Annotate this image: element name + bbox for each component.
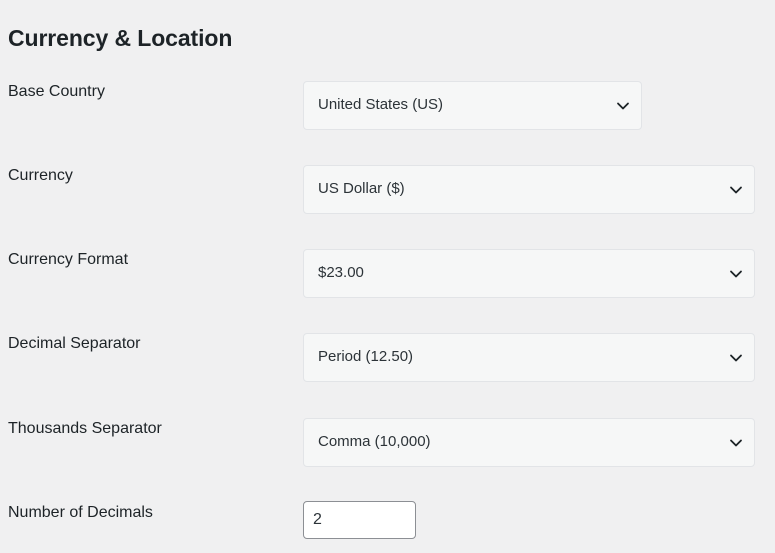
base-country-value: United States (US) [318,96,444,113]
number-of-decimals-label: Number of Decimals [8,504,153,521]
decimal-separator-value: Period (12.50) [318,348,414,365]
currency-select[interactable]: US Dollar ($) [303,165,755,214]
chevron-down-icon [729,183,743,197]
base-country-select[interactable]: United States (US) [303,81,642,130]
currency-value: US Dollar ($) [318,180,405,197]
currency-format-label: Currency Format [8,251,129,268]
chevron-down-icon [729,436,743,450]
chevron-down-icon [729,351,743,365]
thousands-separator-select[interactable]: Comma (10,000) [303,418,755,467]
number-of-decimals-input[interactable] [303,501,416,539]
base-country-label: Base Country [8,83,105,100]
section-title: Currency & Location [8,25,233,51]
decimal-separator-select[interactable]: Period (12.50) [303,333,755,382]
currency-format-select[interactable]: $23.00 [303,249,755,298]
thousands-separator-label: Thousands Separator [8,420,162,437]
currency-label: Currency [8,167,73,184]
chevron-down-icon [616,99,630,113]
chevron-down-icon [729,267,743,281]
thousands-separator-value: Comma (10,000) [318,433,431,450]
currency-format-value: $23.00 [318,264,364,281]
decimal-separator-label: Decimal Separator [8,335,141,352]
